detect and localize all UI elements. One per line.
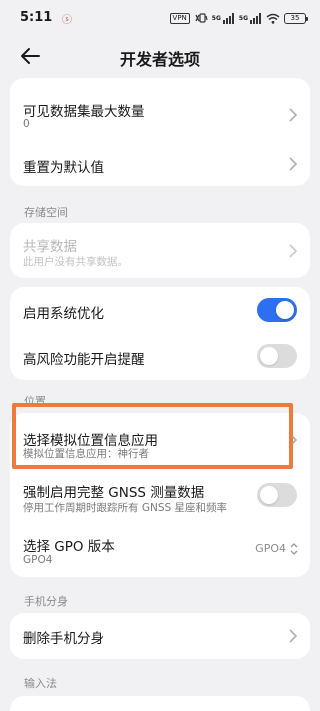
toggle-knob: [260, 347, 278, 365]
card-location: 选择模拟位置信息应用 模拟位置信息应用：神行者 强制启用完整 GNSS 测量数据…: [10, 413, 310, 577]
gpo-version-value: GPO4: [255, 542, 286, 555]
section-label-location: 位置: [24, 395, 46, 408]
header: 开发者选项: [0, 34, 320, 78]
chevron-up-down-icon: [290, 542, 298, 555]
row-max-visible-datasets[interactable]: 可见数据集最大数量 0: [10, 78, 310, 150]
chevron-right-icon: [289, 244, 298, 258]
status-icons: VPN 5G 5G 35: [169, 10, 308, 26]
vpn-icon: VPN: [169, 12, 190, 24]
battery-icon: 35: [284, 12, 308, 24]
chevron-right-icon: [289, 108, 298, 122]
chevron-right-icon: [289, 433, 298, 447]
vibrate-icon: [195, 13, 208, 23]
row-title: 共享数据: [23, 239, 77, 255]
section-label-storage: 存储空间: [24, 206, 68, 219]
card-system: 启用系统优化 高风险功能开启提醒: [10, 287, 310, 380]
toggle-high-risk-prompt[interactable]: [257, 344, 297, 368]
signal-icon-1: [222, 12, 234, 24]
card-phone-clone: 删除手机分身: [10, 613, 310, 659]
toggle-knob: [276, 301, 294, 319]
row-delete-clone[interactable]: 删除手机分身: [10, 613, 310, 659]
row-subtitle: 此用户没有共享数据。: [23, 256, 128, 268]
row-title: 删除手机分身: [23, 631, 104, 647]
status-time: 5:11: [20, 10, 53, 25]
toggle-force-gnss[interactable]: [257, 483, 297, 507]
row-title: 启用系统优化: [23, 306, 104, 322]
network-5g-tag-1: 5G: [211, 14, 221, 22]
row-subtitle: GPO4: [23, 554, 53, 566]
section-label-phone-clone: 手机分身: [24, 595, 68, 608]
gpo-version-selector[interactable]: GPO4: [255, 542, 298, 555]
row-mock-location-app[interactable]: 选择模拟位置信息应用 模拟位置信息应用：神行者: [10, 413, 310, 465]
row-reset-default[interactable]: 重置为默认值: [10, 150, 310, 186]
row-force-gnss[interactable]: 强制启用完整 GNSS 测量数据 停用工作周期时跟踪所有 GNSS 星座和频率: [10, 475, 310, 527]
row-input-partial[interactable]: ...: [10, 696, 310, 711]
developer-options-screen: 5:11 ⓢ VPN 5G 5G 35 开发者选项 可见数据集最大数量 0 重置…: [0, 0, 320, 711]
row-title: 高风险功能开启提醒: [23, 352, 145, 368]
toggle-enable-optimization[interactable]: [257, 298, 297, 322]
row-enable-optimization[interactable]: 启用系统优化: [10, 287, 310, 333]
page-title: 开发者选项: [119, 50, 200, 69]
row-shared-data[interactable]: 共享数据 此用户没有共享数据。: [10, 223, 310, 278]
row-gpo-version[interactable]: 选择 GPO 版本 GPO4 GPO4: [10, 527, 310, 577]
row-title: 选择 GPO 版本: [23, 539, 115, 555]
wifi-icon: [266, 13, 280, 24]
message-notification-icon: ⓢ: [62, 15, 72, 26]
row-title: 可见数据集最大数量: [23, 104, 145, 120]
row-title: 重置为默认值: [23, 160, 104, 176]
row-subtitle: 模拟位置信息应用：神行者: [23, 448, 149, 460]
row-title-partial: ...: [23, 703, 36, 711]
network-5g-tag-2: 5G: [238, 14, 248, 22]
card-data-settings: 可见数据集最大数量 0 重置为默认值: [10, 78, 310, 186]
chevron-right-icon: [289, 157, 298, 171]
section-label-input-method: 输入法: [24, 677, 57, 690]
chevron-right-icon: [289, 629, 298, 643]
card-storage: 共享数据 此用户没有共享数据。: [10, 223, 310, 278]
row-title: 强制启用完整 GNSS 测量数据: [23, 485, 205, 501]
status-bar: 5:11 ⓢ VPN 5G 5G 35: [0, 0, 320, 34]
row-value: 0: [23, 118, 30, 130]
row-subtitle: 停用工作周期时跟踪所有 GNSS 星座和频率: [23, 502, 227, 514]
card-input-method: ...: [10, 696, 310, 711]
signal-icon-2: [250, 12, 261, 24]
row-high-risk-prompt[interactable]: 高风险功能开启提醒: [10, 333, 310, 380]
toggle-knob: [260, 486, 278, 504]
